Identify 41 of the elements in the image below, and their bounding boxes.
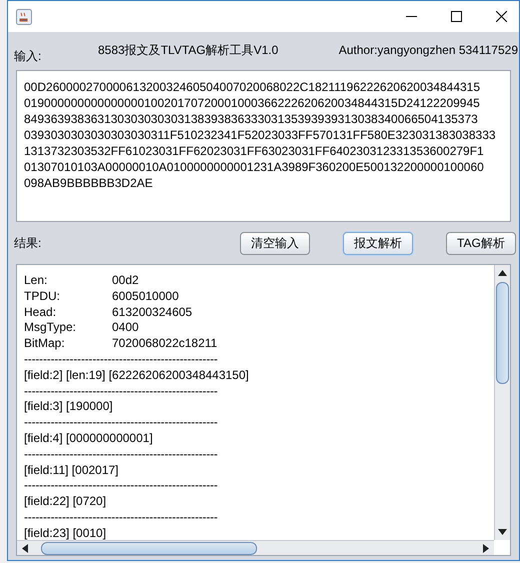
result-line: [field:22] [0720] xyxy=(24,494,106,510)
close-icon[interactable] xyxy=(496,11,507,22)
down-arrow-icon[interactable] xyxy=(498,529,507,535)
dashed-separator: --------------------------------------------------- xyxy=(24,415,218,431)
input-label: 输入: xyxy=(14,48,42,65)
result-line: [field:4] [000000000001] xyxy=(24,430,153,447)
field-label: TPDU: xyxy=(24,288,61,305)
action-button[interactable]: TAG解析 xyxy=(446,232,516,254)
field-label: Len: xyxy=(24,273,48,289)
author-text: Author:yangyongzhen 534117529 xyxy=(338,42,518,59)
dashed-separator: --------------------------------------------------- xyxy=(24,510,218,526)
result-line: [field:2] [len:19] [62226206200348443150] xyxy=(24,368,249,384)
result-line: [field:23] [0010] xyxy=(24,526,106,540)
dashed-separator: --------------------------------------------------- xyxy=(24,478,218,494)
result-label: 结果: xyxy=(14,235,42,252)
field-label: BitMap: xyxy=(24,336,66,352)
right-arrow-icon[interactable] xyxy=(483,544,489,552)
scroll-thumb[interactable] xyxy=(41,542,257,554)
result-line: [field:11] [002017] xyxy=(24,462,119,478)
dashed-separator: --------------------------------------------------- xyxy=(24,446,218,463)
field-value: 0400 xyxy=(112,320,139,336)
field-value: 6005010000 xyxy=(112,288,179,305)
result-line: [field:3] [190000] xyxy=(24,399,113,416)
horizontal-scrollbar[interactable] xyxy=(17,540,494,555)
field-label: Head: xyxy=(24,304,58,320)
dashed-separator: --------------------------------------------------- xyxy=(24,352,218,368)
action-button[interactable]: 报文解析 xyxy=(343,232,413,254)
action-button[interactable]: 清空输入 xyxy=(240,232,310,254)
field-label: MsgType: xyxy=(24,320,78,336)
field-value: 7020068022c18211 xyxy=(112,336,218,352)
field-value: 613200324605 xyxy=(112,304,192,320)
scroll-thumb[interactable] xyxy=(496,282,509,384)
vertical-scrollbar[interactable] xyxy=(494,265,510,540)
up-arrow-icon[interactable] xyxy=(498,270,507,276)
cup-icon xyxy=(16,8,32,24)
left-arrow-icon[interactable] xyxy=(22,544,28,552)
field-value: 00d2 xyxy=(112,273,139,289)
maximize-icon[interactable] xyxy=(451,11,462,22)
app-title: 8583报文及TLVTAG解析工具V1.0 xyxy=(98,42,278,59)
input-text-area[interactable]: 00D26000027000061320032460504007020068022C18211196222620620034844315 01900000000000000010020170720001000366222620620034844315D24122209945 84936393836313030303030313839383633303135393939313038340066504135373 0393030303030303030311F510232341F52023033FF570131FF580E323031383038333 1313732303532FF61023031FF62023031FF63023031FF640230312331353600279F1 01307010103A00000010A0100000000001231A3989F360200E500132200000100060 098AB9BBBBBB3D2AE xyxy=(16,70,511,222)
dashed-separator: --------------------------------------------------- xyxy=(24,384,218,400)
